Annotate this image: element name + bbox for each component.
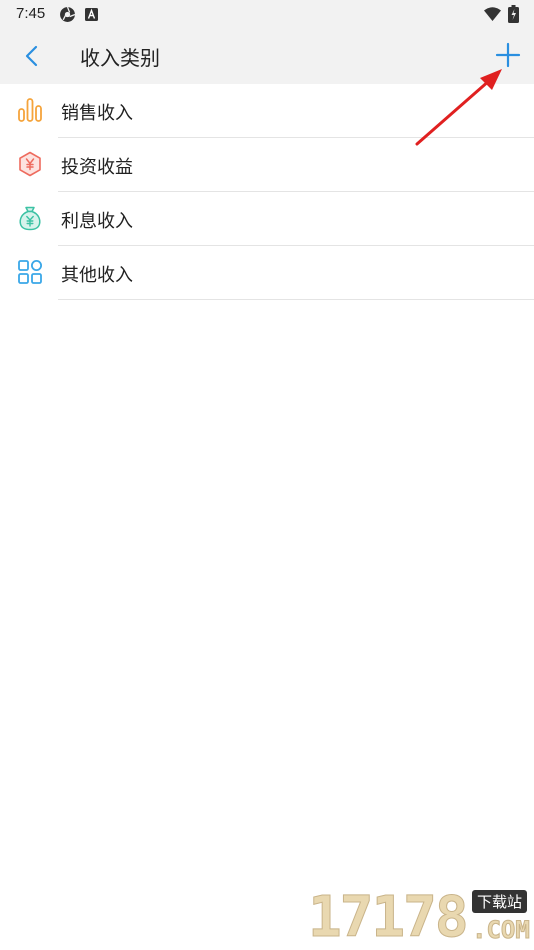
category-item-other[interactable]: 其他收入 — [0, 246, 534, 300]
watermark-logo: 17178 下载站 .COM — [308, 880, 534, 950]
watermark-number: 17178 — [308, 885, 470, 950]
category-item-investment[interactable]: 投资收益 — [0, 138, 534, 192]
category-item-sales[interactable]: 销售收入 — [0, 84, 534, 138]
plus-icon — [495, 42, 521, 68]
grid-apps-icon — [18, 260, 42, 284]
wifi-icon — [484, 7, 501, 21]
hexagon-yen-icon — [19, 151, 41, 177]
settings-icon — [60, 6, 76, 22]
page-title: 收入类别 — [80, 46, 160, 70]
back-button[interactable] — [18, 42, 46, 70]
category-label: 利息收入 — [61, 211, 133, 232]
a-badge-icon — [85, 8, 98, 21]
battery-icon — [508, 5, 519, 23]
category-label: 投资收益 — [61, 157, 133, 178]
watermark-suffix: .COM — [472, 916, 531, 945]
category-label: 其他收入 — [61, 265, 133, 286]
money-bag-yen-icon — [19, 206, 41, 231]
category-list: 销售收入 投资收益 利息收入 其他收入 — [0, 84, 534, 300]
add-category-button[interactable] — [494, 41, 522, 69]
category-label: 销售收入 — [61, 103, 133, 124]
bar-chart-icon — [18, 98, 42, 122]
app-bar: 收入类别 — [0, 28, 534, 84]
status-time: 7:45 — [16, 5, 46, 22]
category-item-interest[interactable]: 利息收入 — [0, 192, 534, 246]
watermark-tag: 下载站 — [472, 890, 528, 913]
divider — [58, 299, 534, 300]
status-bar: 7:45 — [0, 0, 534, 28]
chevron-left-icon — [25, 45, 38, 67]
